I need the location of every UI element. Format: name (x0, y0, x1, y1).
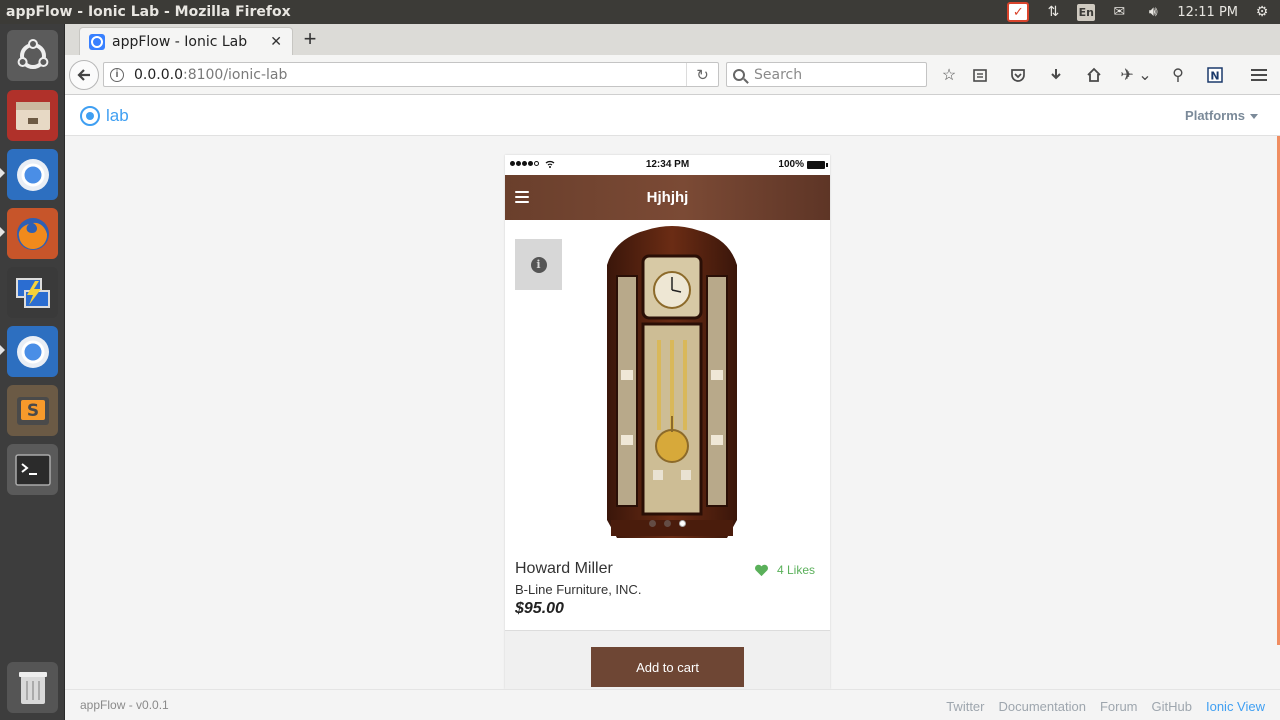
footer-link-documentation[interactable]: Documentation (999, 699, 1086, 714)
battery-icon (807, 160, 828, 169)
search-placeholder: Search (754, 66, 803, 83)
pager-dot[interactable] (664, 520, 671, 527)
new-tab-button[interactable]: + (299, 28, 321, 50)
remote-desktop-icon[interactable] (7, 267, 58, 318)
ionic-favicon-icon (89, 33, 105, 50)
tab-title: appFlow - Ionic Lab (112, 33, 248, 50)
running-indicator (0, 345, 5, 355)
terminal-icon[interactable] (7, 444, 58, 495)
heart-icon (754, 564, 768, 576)
system-tray: ✓ ⇅ En ✉ 🔊︎ 12:11 PM ⚙ (1007, 0, 1272, 24)
system-clock[interactable]: 12:11 PM (1177, 5, 1238, 20)
volume-icon[interactable]: 🔊︎ (1143, 2, 1163, 22)
os-top-panel: appFlow - Ionic Lab - Mozilla Firefox ✓ … (0, 0, 1280, 24)
add-to-cart-button[interactable]: Add to cart (591, 647, 744, 687)
close-tab-icon[interactable]: ✕ (270, 33, 282, 50)
svg-text:S: S (26, 401, 38, 421)
grandfather-clock-image (607, 226, 737, 538)
session-gear-icon[interactable]: ⚙ (1252, 2, 1272, 22)
mail-icon[interactable]: ✉ (1109, 2, 1129, 22)
network-icon[interactable]: ⇅ (1043, 2, 1063, 22)
chromium-icon[interactable] (7, 149, 58, 200)
svg-text:N: N (1210, 70, 1219, 83)
reading-list-icon[interactable] (968, 63, 992, 87)
unity-launcher: S (0, 24, 65, 720)
chromium-2-icon[interactable] (7, 326, 58, 377)
ionic-logo-icon (80, 106, 100, 126)
ubuntu-dash-icon[interactable] (7, 30, 58, 81)
product-brand: B-Line Furniture, INC. (515, 582, 642, 597)
caret-down-icon (1250, 114, 1258, 120)
notification-alert-icon[interactable]: ✓ (1007, 2, 1030, 22)
trash-icon[interactable] (7, 662, 58, 713)
devtools-dropper-icon[interactable]: ⚲ (1166, 63, 1190, 87)
search-bar[interactable]: Search (726, 62, 927, 87)
footer-links: Twitter Documentation Forum GitHub Ionic… (946, 699, 1265, 714)
bookmark-star-icon[interactable]: ☆ (937, 63, 961, 87)
likes-count: 4 Likes (776, 563, 815, 577)
keyboard-layout-indicator[interactable]: En (1077, 3, 1096, 21)
app-title: Hjhjhj (646, 189, 689, 206)
footer-link-github[interactable]: GitHub (1152, 699, 1192, 714)
app-toolbar: Hjhjhj (505, 175, 830, 220)
url-host: 0.0.0.0 (134, 66, 183, 83)
home-icon[interactable] (1082, 63, 1106, 87)
slider-pagination (649, 520, 686, 527)
back-button[interactable] (69, 60, 99, 90)
info-icon: i (530, 256, 547, 273)
product-name: Howard Miller (515, 560, 613, 577)
browser-tab[interactable]: appFlow - Ionic Lab ✕ (79, 27, 293, 55)
platforms-label: Platforms (1185, 108, 1245, 123)
search-icon (733, 68, 745, 81)
ionic-lab-header: lab Platforms (65, 95, 1280, 136)
extension-menu-icon[interactable]: ✈︎ ⌄ (1118, 63, 1154, 87)
downloads-icon[interactable] (1044, 63, 1068, 87)
product-price: $95.00 (515, 600, 564, 617)
product-image-slider[interactable]: i (505, 220, 830, 545)
likes-button[interactable]: 4 Likes (754, 563, 815, 577)
extension-n-icon[interactable]: N (1203, 63, 1227, 87)
reload-icon[interactable]: ↻ (686, 63, 718, 86)
footer-link-forum[interactable]: Forum (1100, 699, 1138, 714)
hamburger-menu-icon[interactable] (1247, 63, 1271, 87)
running-indicator (0, 168, 5, 178)
info-button[interactable]: i (515, 239, 562, 290)
url-path: :8100/ionic-lab (182, 66, 288, 83)
pager-dot[interactable] (649, 520, 656, 527)
window-title: appFlow - Ionic Lab - Mozilla Firefox (6, 4, 291, 20)
ios-status-bar: 12:34 PM 100% (505, 155, 830, 175)
browser-nav-bar: i 0.0.0.0:8100/ionic-lab ↻ Search ☆ ✈︎ ⌄… (65, 55, 1280, 95)
footer-link-twitter[interactable]: Twitter (946, 699, 984, 714)
browser-tab-bar: appFlow - Ionic Lab ✕ + (65, 24, 1280, 55)
device-preview: 12:34 PM 100% Hjhjhj i Howard Miller 4 L… (505, 155, 830, 689)
cart-footer: Add to cart (505, 631, 830, 689)
address-bar[interactable]: i 0.0.0.0:8100/ionic-lab ↻ (103, 62, 719, 87)
running-indicator (0, 227, 5, 237)
lab-logo-text: lab (106, 106, 129, 125)
battery-percent: 100% (778, 159, 804, 170)
pager-dot-active[interactable] (679, 520, 686, 527)
ionic-lab-logo[interactable]: lab (80, 106, 129, 126)
ionic-lab-footer: appFlow - v0.0.1 Twitter Documentation F… (65, 689, 1280, 720)
battery-indicator: 100% (778, 159, 828, 170)
files-icon[interactable] (7, 90, 58, 141)
footer-link-ionic-view[interactable]: Ionic View (1206, 699, 1265, 714)
product-details: Howard Miller 4 Likes B-Line Furniture, … (505, 545, 830, 631)
app-version: appFlow - v0.0.1 (80, 698, 169, 712)
site-info-icon[interactable]: i (110, 67, 124, 82)
sublime-text-icon[interactable]: S (7, 385, 58, 436)
firefox-icon[interactable] (7, 208, 58, 259)
platforms-dropdown[interactable]: Platforms (1185, 108, 1258, 123)
pocket-icon[interactable] (1006, 63, 1030, 87)
back-arrow-icon (77, 69, 90, 81)
url-text[interactable]: 0.0.0.0:8100/ionic-lab (134, 67, 287, 83)
